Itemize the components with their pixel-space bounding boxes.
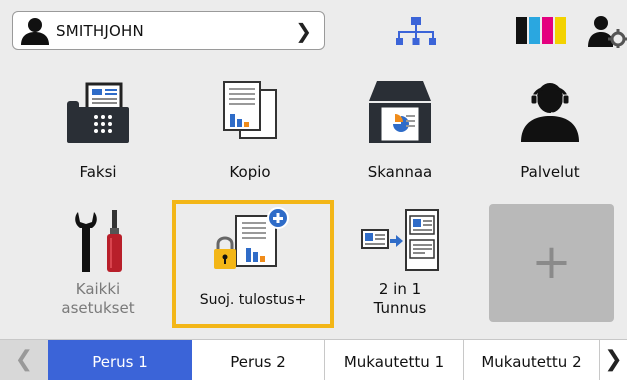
user-icon xyxy=(21,18,49,45)
fax-label: Faksi xyxy=(79,163,117,181)
secure-print-tile[interactable]: Suoj. tulostus+ xyxy=(172,200,334,328)
tab-bar: ❮ Perus 1 Perus 2 Mukautettu 1 Mukautett… xyxy=(0,339,627,380)
tab-perus-1[interactable]: Perus 1 xyxy=(48,340,192,380)
scanner-icon xyxy=(369,81,431,143)
chevron-right-icon[interactable]: ❯ xyxy=(600,340,627,380)
2in1-label-line1: 2 in 1 xyxy=(378,280,422,298)
all-settings-label-line2: asetukset xyxy=(61,299,135,317)
scan-label: Skannaa xyxy=(367,163,433,181)
copy-tile[interactable]: Kopio xyxy=(190,66,310,196)
toner-level-icon[interactable] xyxy=(516,17,568,44)
plus-icon: + xyxy=(531,234,572,290)
services-label: Palvelut xyxy=(520,163,580,181)
tab-perus-2[interactable]: Perus 2 xyxy=(192,340,325,380)
user-account-button[interactable]: SMITHJOHN ❯ xyxy=(12,11,325,50)
toner-magenta xyxy=(542,17,553,44)
2in1-id-copy-tile[interactable]: 2 in 1 Tunnus xyxy=(340,200,460,325)
tools-icon xyxy=(75,210,122,272)
toner-yellow xyxy=(555,17,566,44)
fax-icon xyxy=(67,82,129,143)
tab-mukautettu-1[interactable]: Mukautettu 1 xyxy=(325,340,464,380)
services-tile[interactable]: Palvelut xyxy=(490,66,610,196)
toner-cyan xyxy=(529,17,540,44)
toner-black xyxy=(516,17,527,44)
chevron-right-icon: ❯ xyxy=(295,19,312,43)
tab-mukautettu-2[interactable]: Mukautettu 2 xyxy=(464,340,600,380)
all-settings-tile[interactable]: Kaikki asetukset xyxy=(38,200,158,325)
fax-tile[interactable]: Faksi xyxy=(38,66,158,196)
copy-label: Kopio xyxy=(229,163,271,181)
all-settings-label-line1: Kaikki xyxy=(75,280,121,298)
2in1-label-line2: Tunnus xyxy=(373,299,427,317)
id-card-copy-icon xyxy=(361,209,439,271)
user-name-label: SMITHJOHN xyxy=(56,22,144,40)
status-header: SMITHJOHN ❯ xyxy=(0,0,627,58)
secure-print-label: Suoj. tulostus+ xyxy=(199,292,307,308)
secure-print-icon xyxy=(214,207,289,269)
copy-icon xyxy=(223,81,277,139)
add-shortcut-tile[interactable]: + xyxy=(489,204,614,322)
wired-network-icon[interactable] xyxy=(396,17,436,47)
chevron-left-icon[interactable]: ❮ xyxy=(0,340,48,380)
admin-settings-icon[interactable] xyxy=(587,14,627,48)
scan-tile[interactable]: Skannaa xyxy=(340,66,460,196)
headset-person-icon xyxy=(521,83,579,142)
